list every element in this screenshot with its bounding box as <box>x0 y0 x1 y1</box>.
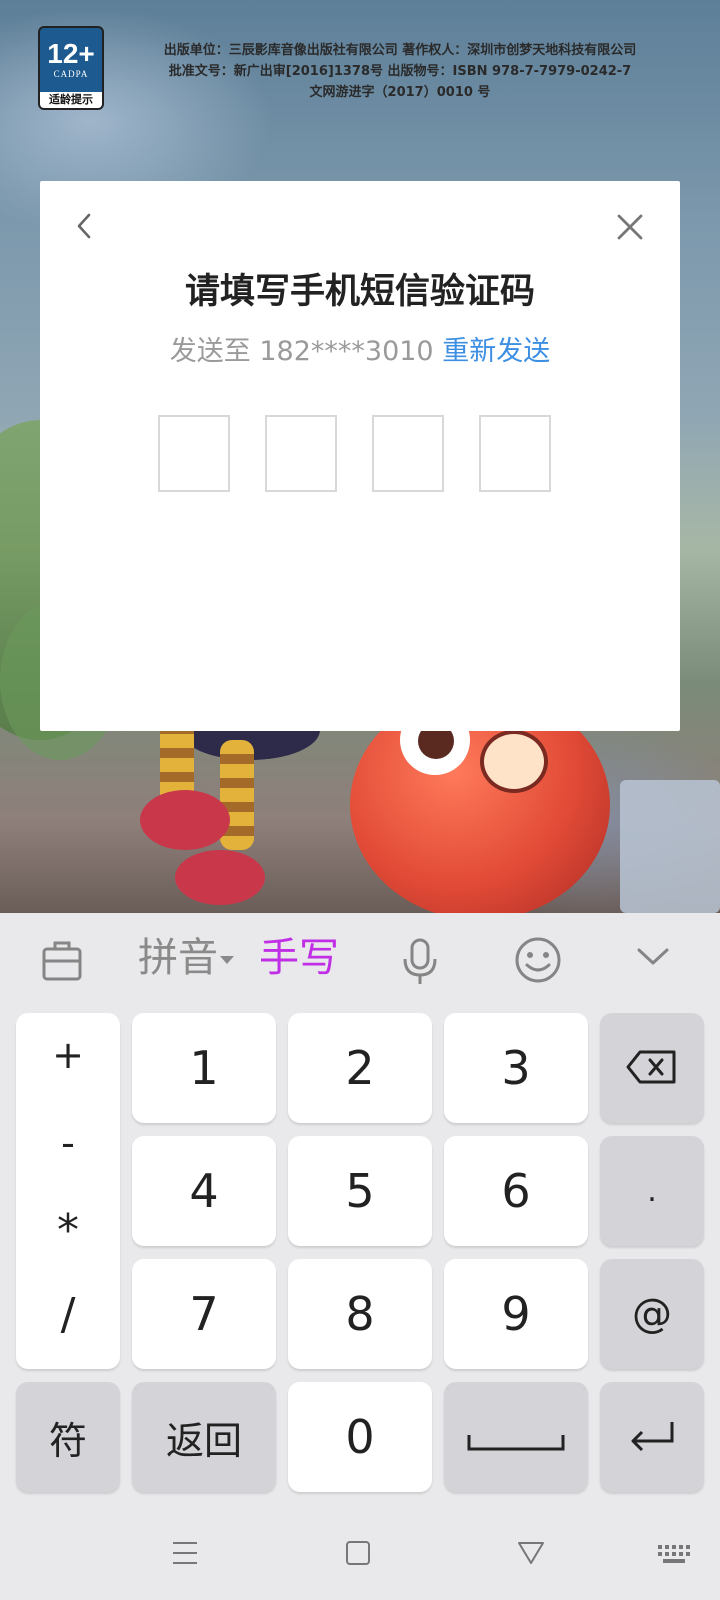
dialog-title: 请填写手机短信验证码 <box>184 272 535 312</box>
back-triangle-icon[interactable] <box>517 1540 545 1570</box>
digit-key-7[interactable]: 7 <box>132 1259 276 1369</box>
menu-icon[interactable] <box>172 1540 198 1570</box>
backspace-key[interactable] <box>600 1013 704 1123</box>
code-digit-1[interactable] <box>158 415 230 492</box>
rating-hint: 适龄提示 <box>40 92 102 108</box>
digit-key-4[interactable]: 4 <box>132 1136 276 1246</box>
resend-link[interactable]: 重新发送 <box>442 336 550 367</box>
sent-to-phone: 发送至 182****3010 <box>169 336 434 367</box>
keyboard-icon[interactable] <box>657 1543 691 1569</box>
digit-key-0[interactable]: 0 <box>288 1382 432 1492</box>
pinyin-label: 拼音 <box>138 935 218 981</box>
clipboard-icon[interactable] <box>41 937 83 983</box>
minus-key[interactable]: - <box>16 1121 120 1165</box>
sent-to-line: 发送至 182****3010 重新发送 <box>40 329 680 368</box>
at-key[interactable]: @ <box>600 1259 704 1369</box>
digit-key-9[interactable]: 9 <box>444 1259 588 1369</box>
symbols-key[interactable]: 符 <box>16 1382 120 1492</box>
space-key[interactable] <box>444 1382 588 1492</box>
dot-key[interactable]: . <box>600 1136 704 1246</box>
age-rating-badge: 12+ CADPA 适龄提示 <box>38 26 104 110</box>
sms-verification-dialog: 请填写手机短信验证码 发送至 182****3010 重新发送 <box>40 181 680 731</box>
mascot-mouth <box>480 730 548 793</box>
close-icon[interactable] <box>614 211 646 243</box>
microphone-icon[interactable] <box>400 937 440 984</box>
rating-org: CADPA <box>53 69 89 79</box>
dropdown-caret-icon <box>220 956 234 964</box>
digit-key-5[interactable]: 5 <box>288 1136 432 1246</box>
character-shoe <box>140 790 230 850</box>
chevron-left-icon[interactable] <box>70 211 100 241</box>
code-digit-2[interactable] <box>265 415 337 492</box>
backspace-icon <box>626 1041 678 1095</box>
digit-key-8[interactable]: 8 <box>288 1259 432 1369</box>
code-digit-3[interactable] <box>372 415 444 492</box>
system-navigation-bar <box>0 1515 720 1600</box>
code-input-row <box>158 415 558 493</box>
background-building <box>620 780 720 913</box>
emoji-icon[interactable] <box>513 937 563 983</box>
age-rating: 12+ <box>47 38 95 69</box>
publisher-line: 批准文号：新广出审[2016]1378号 出版物号：ISBN 978-7-797… <box>168 64 632 79</box>
character-shoe <box>175 850 265 905</box>
slash-key[interactable]: / <box>16 1289 120 1340</box>
asterisk-key[interactable]: * <box>16 1205 120 1256</box>
digit-key-1[interactable]: 1 <box>132 1013 276 1123</box>
publisher-line: 文网游进字（2017）0010 号 <box>309 85 491 100</box>
symbol-column: + - * / <box>16 1013 120 1369</box>
enter-key[interactable] <box>600 1382 704 1492</box>
space-icon <box>466 1410 566 1464</box>
chevron-down-icon[interactable] <box>636 947 670 993</box>
code-digit-4[interactable] <box>479 415 551 492</box>
keyboard-toolbar: 拼音 手写 <box>0 913 720 1008</box>
home-icon[interactable] <box>345 1540 371 1570</box>
plus-key[interactable]: + <box>16 1033 120 1077</box>
publisher-line: 出版单位：三辰影库音像出版社有限公司 著作权人：深圳市创梦天地科技有限公司 <box>163 43 637 58</box>
digit-key-6[interactable]: 6 <box>444 1136 588 1246</box>
publisher-info: 出版单位：三辰影库音像出版社有限公司 著作权人：深圳市创梦天地科技有限公司 批准… <box>108 40 692 103</box>
digit-key-3[interactable]: 3 <box>444 1013 588 1123</box>
handwriting-mode-button[interactable]: 手写 <box>259 933 339 983</box>
numeric-keyboard: 拼音 手写 + - * / 1 2 3 4 5 6 . 7 8 9 @ 符 返回… <box>0 913 720 1600</box>
digit-key-2[interactable]: 2 <box>288 1013 432 1123</box>
return-key[interactable]: 返回 <box>132 1382 276 1492</box>
pinyin-mode-button[interactable]: 拼音 <box>138 933 234 983</box>
enter-icon <box>628 1410 676 1464</box>
